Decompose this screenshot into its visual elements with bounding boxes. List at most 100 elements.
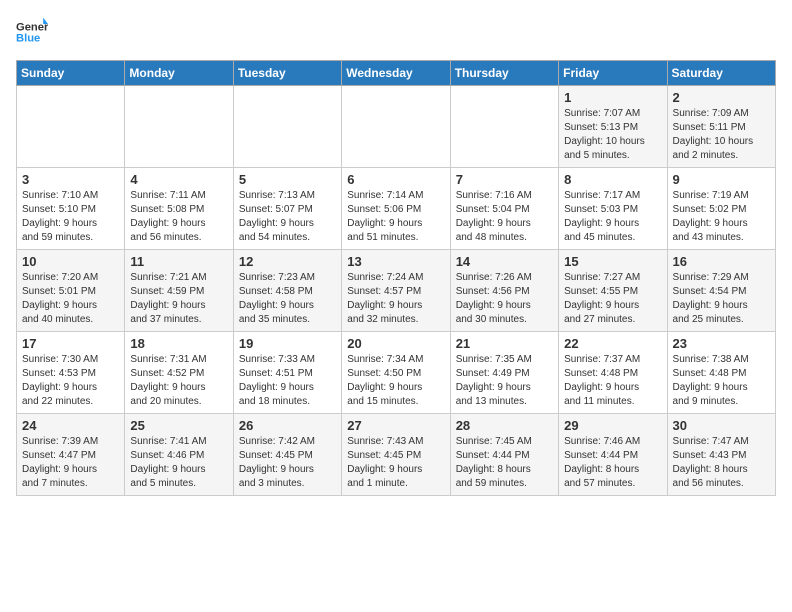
calendar-cell: 10 Sunrise: 7:20 AM Sunset: 5:01 PM Dayli… [17, 250, 125, 332]
cell-info: Sunrise: 7:17 AM Sunset: 5:03 PM Dayligh… [564, 189, 661, 245]
day-number: 9 [673, 172, 770, 187]
calendar-table: SundayMondayTuesdayWednesdayThursdayFrid… [16, 60, 776, 496]
cell-info: Sunrise: 7:45 AM Sunset: 4:44 PM Dayligh… [456, 435, 553, 491]
weekday-header-sunday: Sunday [17, 61, 125, 86]
cell-info: Sunrise: 7:31 AM Sunset: 4:52 PM Dayligh… [130, 353, 227, 409]
day-number: 6 [347, 172, 444, 187]
day-number: 28 [456, 418, 553, 433]
calendar-cell: 7 Sunrise: 7:16 AM Sunset: 5:04 PM Daylig… [450, 168, 558, 250]
day-number: 1 [564, 90, 661, 105]
weekday-header-saturday: Saturday [667, 61, 775, 86]
day-number: 13 [347, 254, 444, 269]
calendar-cell: 17 Sunrise: 7:30 AM Sunset: 4:53 PM Dayli… [17, 332, 125, 414]
weekday-header-tuesday: Tuesday [233, 61, 341, 86]
day-number: 26 [239, 418, 336, 433]
cell-info: Sunrise: 7:26 AM Sunset: 4:56 PM Dayligh… [456, 271, 553, 327]
cell-info: Sunrise: 7:43 AM Sunset: 4:45 PM Dayligh… [347, 435, 444, 491]
calendar-cell: 14 Sunrise: 7:26 AM Sunset: 4:56 PM Dayli… [450, 250, 558, 332]
calendar-cell: 25 Sunrise: 7:41 AM Sunset: 4:46 PM Dayli… [125, 414, 233, 496]
calendar-cell: 30Sunrise: 7:47 AM Sunset: 4:43 PM Dayli… [667, 414, 775, 496]
calendar-cell [342, 86, 450, 168]
calendar-cell: 13 Sunrise: 7:24 AM Sunset: 4:57 PM Dayli… [342, 250, 450, 332]
day-number: 4 [130, 172, 227, 187]
cell-info: Sunrise: 7:10 AM Sunset: 5:10 PM Dayligh… [22, 189, 119, 245]
cell-info: Sunrise: 7:34 AM Sunset: 4:50 PM Dayligh… [347, 353, 444, 409]
calendar-cell: 22 Sunrise: 7:37 AM Sunset: 4:48 PM Dayli… [559, 332, 667, 414]
calendar-cell: 9 Sunrise: 7:19 AM Sunset: 5:02 PM Daylig… [667, 168, 775, 250]
day-number: 20 [347, 336, 444, 351]
calendar-cell: 24 Sunrise: 7:39 AM Sunset: 4:47 PM Dayli… [17, 414, 125, 496]
day-number: 2 [673, 90, 770, 105]
calendar-cell: 16 Sunrise: 7:29 AM Sunset: 4:54 PM Dayli… [667, 250, 775, 332]
day-number: 5 [239, 172, 336, 187]
calendar-cell: 12 Sunrise: 7:23 AM Sunset: 4:58 PM Dayli… [233, 250, 341, 332]
calendar-cell: 21 Sunrise: 7:35 AM Sunset: 4:49 PM Dayli… [450, 332, 558, 414]
calendar-cell: 5 Sunrise: 7:13 AM Sunset: 5:07 PM Daylig… [233, 168, 341, 250]
cell-info: Sunrise: 7:35 AM Sunset: 4:49 PM Dayligh… [456, 353, 553, 409]
calendar-cell [125, 86, 233, 168]
calendar-cell: 1 Sunrise: 7:07 AM Sunset: 5:13 PM Daylig… [559, 86, 667, 168]
cell-info: Sunrise: 7:46 AM Sunset: 4:44 PM Dayligh… [564, 435, 661, 491]
calendar-cell: 8 Sunrise: 7:17 AM Sunset: 5:03 PM Daylig… [559, 168, 667, 250]
calendar-cell: 11Sunrise: 7:21 AM Sunset: 4:59 PM Dayli… [125, 250, 233, 332]
cell-info: Sunrise: 7:30 AM Sunset: 4:53 PM Dayligh… [22, 353, 119, 409]
calendar-cell [17, 86, 125, 168]
day-number: 10 [22, 254, 119, 269]
cell-info: Sunrise: 7:16 AM Sunset: 5:04 PM Dayligh… [456, 189, 553, 245]
weekday-header-monday: Monday [125, 61, 233, 86]
cell-info: Sunrise: 7:29 AM Sunset: 4:54 PM Dayligh… [673, 271, 770, 327]
cell-info: Sunrise: 7:33 AM Sunset: 4:51 PM Dayligh… [239, 353, 336, 409]
calendar-cell: 3 Sunrise: 7:10 AM Sunset: 5:10 PM Daylig… [17, 168, 125, 250]
day-number: 29 [564, 418, 661, 433]
calendar-cell: 15 Sunrise: 7:27 AM Sunset: 4:55 PM Dayli… [559, 250, 667, 332]
weekday-header-thursday: Thursday [450, 61, 558, 86]
calendar-cell: 23 Sunrise: 7:38 AM Sunset: 4:48 PM Dayli… [667, 332, 775, 414]
calendar-cell [233, 86, 341, 168]
day-number: 23 [673, 336, 770, 351]
cell-info: Sunrise: 7:07 AM Sunset: 5:13 PM Dayligh… [564, 107, 661, 163]
day-number: 19 [239, 336, 336, 351]
day-number: 21 [456, 336, 553, 351]
calendar-cell: 20 Sunrise: 7:34 AM Sunset: 4:50 PM Dayli… [342, 332, 450, 414]
day-number: 17 [22, 336, 119, 351]
cell-info: Sunrise: 7:19 AM Sunset: 5:02 PM Dayligh… [673, 189, 770, 245]
day-number: 27 [347, 418, 444, 433]
cell-info: Sunrise: 7:21 AM Sunset: 4:59 PM Dayligh… [130, 271, 227, 327]
day-number: 30 [673, 418, 770, 433]
cell-info: Sunrise: 7:13 AM Sunset: 5:07 PM Dayligh… [239, 189, 336, 245]
day-number: 7 [456, 172, 553, 187]
logo-icon: General Blue [16, 16, 48, 48]
day-number: 22 [564, 336, 661, 351]
day-number: 12 [239, 254, 336, 269]
cell-info: Sunrise: 7:14 AM Sunset: 5:06 PM Dayligh… [347, 189, 444, 245]
day-number: 3 [22, 172, 119, 187]
cell-info: Sunrise: 7:27 AM Sunset: 4:55 PM Dayligh… [564, 271, 661, 327]
calendar-cell: 6 Sunrise: 7:14 AM Sunset: 5:06 PM Daylig… [342, 168, 450, 250]
cell-info: Sunrise: 7:41 AM Sunset: 4:46 PM Dayligh… [130, 435, 227, 491]
page-header: General Blue [16, 16, 776, 48]
day-number: 24 [22, 418, 119, 433]
calendar-cell: 28 Sunrise: 7:45 AM Sunset: 4:44 PM Dayli… [450, 414, 558, 496]
cell-info: Sunrise: 7:39 AM Sunset: 4:47 PM Dayligh… [22, 435, 119, 491]
cell-info: Sunrise: 7:37 AM Sunset: 4:48 PM Dayligh… [564, 353, 661, 409]
day-number: 16 [673, 254, 770, 269]
day-number: 14 [456, 254, 553, 269]
calendar-cell: 29 Sunrise: 7:46 AM Sunset: 4:44 PM Dayli… [559, 414, 667, 496]
cell-info: Sunrise: 7:11 AM Sunset: 5:08 PM Dayligh… [130, 189, 227, 245]
calendar-cell: 18 Sunrise: 7:31 AM Sunset: 4:52 PM Dayli… [125, 332, 233, 414]
calendar-cell: 27 Sunrise: 7:43 AM Sunset: 4:45 PM Dayli… [342, 414, 450, 496]
day-number: 8 [564, 172, 661, 187]
cell-info: Sunrise: 7:42 AM Sunset: 4:45 PM Dayligh… [239, 435, 336, 491]
calendar-cell [450, 86, 558, 168]
weekday-header-wednesday: Wednesday [342, 61, 450, 86]
svg-text:Blue: Blue [16, 33, 40, 45]
day-number: 25 [130, 418, 227, 433]
day-number: 15 [564, 254, 661, 269]
cell-info: Sunrise: 7:24 AM Sunset: 4:57 PM Dayligh… [347, 271, 444, 327]
cell-info: Sunrise: 7:20 AM Sunset: 5:01 PM Dayligh… [22, 271, 119, 327]
cell-info: Sunrise: 7:38 AM Sunset: 4:48 PM Dayligh… [673, 353, 770, 409]
calendar-cell: 26 Sunrise: 7:42 AM Sunset: 4:45 PM Dayli… [233, 414, 341, 496]
cell-info: Sunrise: 7:09 AM Sunset: 5:11 PM Dayligh… [673, 107, 770, 163]
day-number: 18 [130, 336, 227, 351]
cell-info: Sunrise: 7:23 AM Sunset: 4:58 PM Dayligh… [239, 271, 336, 327]
